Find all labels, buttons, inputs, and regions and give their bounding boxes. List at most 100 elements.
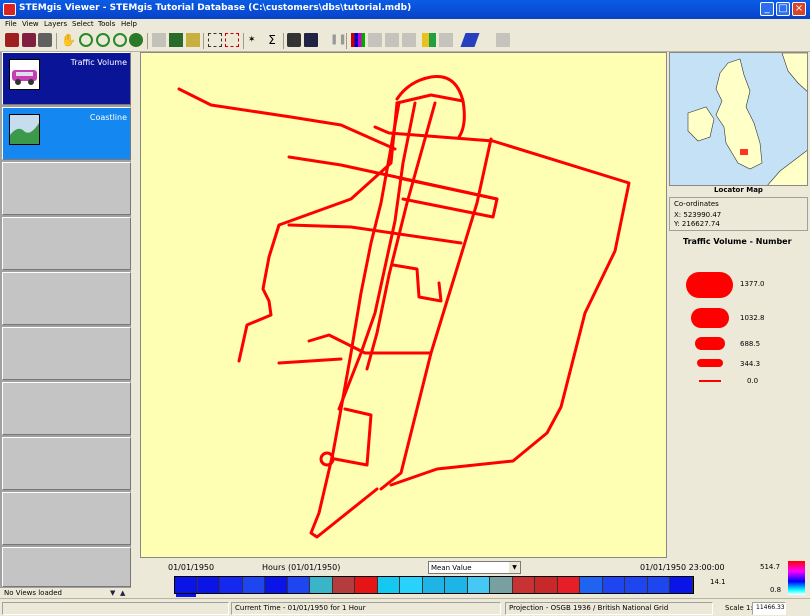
pan-hand-icon[interactable]: ✋ <box>61 33 76 47</box>
timeline-cell[interactable] <box>265 577 288 593</box>
menu-view[interactable]: View <box>22 20 39 28</box>
timeline-cell[interactable] <box>512 577 536 593</box>
print-icon[interactable] <box>38 33 52 47</box>
chart-icon[interactable] <box>351 33 365 47</box>
timeline-bar: 01/01/1950 Hours (01/01/1950) Mean Value… <box>140 558 810 598</box>
legend-symbol-5 <box>699 380 721 382</box>
timeline-cell[interactable] <box>287 577 311 593</box>
photo-icon[interactable] <box>368 33 382 47</box>
menu-layers[interactable]: Layers <box>44 20 67 28</box>
bookmark-icon[interactable] <box>186 33 200 47</box>
status-projection: Projection - OSGB 1936 / British Nationa… <box>505 602 713 615</box>
select-icon[interactable] <box>208 33 222 47</box>
menu-tools[interactable]: Tools <box>98 20 115 28</box>
clear-selection-icon[interactable] <box>225 33 239 47</box>
road-segment <box>379 137 493 491</box>
road-segment <box>395 93 465 105</box>
timeline-cells[interactable] <box>174 576 694 594</box>
maximize-button[interactable]: □ <box>776 2 790 16</box>
export-icon[interactable] <box>496 33 510 47</box>
timeline-cell[interactable] <box>602 577 626 593</box>
timeline-cell[interactable] <box>220 577 243 593</box>
scale-max-value: 514.7 <box>760 563 781 571</box>
timeline-cell[interactable] <box>400 577 423 593</box>
back-icon[interactable] <box>152 33 166 47</box>
layer-slot-empty[interactable] <box>2 437 131 490</box>
aggregation-value: Mean Value <box>431 564 472 572</box>
layer-slot-empty[interactable] <box>2 272 131 325</box>
layer-item-coastline[interactable]: Coastline <box>2 107 131 160</box>
play-icon[interactable] <box>304 33 318 47</box>
open-database-icon[interactable] <box>5 33 19 47</box>
timeline-cell[interactable] <box>422 577 446 593</box>
timeline-cell[interactable] <box>445 577 468 593</box>
pause-icon[interactable]: ❚❚ <box>330 33 347 47</box>
right-panel: Locator Map Co-ordinates X: 523990.47 Y:… <box>667 52 810 598</box>
timeline-start: 01/01/1950 <box>168 563 215 572</box>
full-extent-globe-icon[interactable] <box>129 33 143 47</box>
layer-slot-empty[interactable] <box>2 217 131 270</box>
layer-slot-empty[interactable] <box>2 382 131 435</box>
close-button[interactable]: × <box>792 2 806 16</box>
timeline-cell[interactable] <box>175 577 198 593</box>
timeline-cell[interactable] <box>355 577 378 593</box>
scroll-down-icon[interactable]: ▼ <box>110 589 115 597</box>
layer-slot-empty[interactable] <box>2 162 131 215</box>
layer-slot-empty[interactable] <box>2 492 131 545</box>
menu-select[interactable]: Select <box>72 20 94 28</box>
timeline-cell[interactable] <box>332 577 356 593</box>
timeline-cursor[interactable] <box>176 594 196 597</box>
zoom-window-icon[interactable] <box>113 33 127 47</box>
status-blank <box>2 602 229 615</box>
sum-icon[interactable]: Σ <box>265 33 279 47</box>
timeline-cell[interactable] <box>377 577 401 593</box>
tools-icon[interactable] <box>402 33 416 47</box>
menu-help[interactable]: Help <box>121 20 137 28</box>
layer-panel-status: No Views loaded ▼ ▲ <box>0 588 139 598</box>
timeline-cell[interactable] <box>535 577 558 593</box>
measure-icon[interactable] <box>385 33 399 47</box>
timeline-unit: Hours (01/01/1950) <box>262 563 341 572</box>
status-current-time: Current Time - 01/01/1950 for 1 Hour <box>231 602 501 615</box>
timeline-cell[interactable] <box>490 577 513 593</box>
road-network[interactable] <box>141 53 666 557</box>
minimize-button[interactable]: _ <box>760 2 774 16</box>
views-status: No Views loaded <box>4 589 62 597</box>
timeline-cell[interactable] <box>625 577 648 593</box>
status-bar: Current Time - 01/01/1950 for 1 Hour Pro… <box>0 598 810 616</box>
coordinates-label: Co-ordinates <box>674 200 719 208</box>
timeline-cell[interactable] <box>197 577 221 593</box>
app-icon <box>3 3 16 16</box>
locator-icon[interactable] <box>169 33 183 47</box>
query-icon[interactable]: ✶ <box>248 33 262 47</box>
layer-slot-empty[interactable] <box>2 547 131 587</box>
layer-slot-empty[interactable] <box>2 327 131 380</box>
timeline-cell[interactable] <box>467 577 491 593</box>
menu-bar: File View Layers Select Tools Help <box>0 19 810 30</box>
camera-icon[interactable] <box>287 33 301 47</box>
legend-symbol-2 <box>691 308 729 328</box>
chevron-down-icon[interactable]: ▼ <box>509 562 520 573</box>
scroll-up-icon[interactable]: ▲ <box>120 589 125 597</box>
layer-panel-scrollbar[interactable] <box>131 52 139 598</box>
scale-value: 11466.33 <box>752 602 786 615</box>
menu-file[interactable]: File <box>5 20 17 28</box>
timeline-cell[interactable] <box>647 577 671 593</box>
pen-icon[interactable] <box>460 33 480 47</box>
timeline-cell[interactable] <box>557 577 581 593</box>
scale-label: Scale 1: <box>725 604 753 612</box>
timeline-cell[interactable] <box>580 577 603 593</box>
timeline-cell[interactable] <box>670 577 693 593</box>
save-icon[interactable] <box>22 33 36 47</box>
zoom-out-icon[interactable] <box>96 33 110 47</box>
timeline-cell[interactable] <box>242 577 266 593</box>
zoom-in-icon[interactable] <box>79 33 93 47</box>
layer-item-traffic-volume[interactable]: Traffic Volume <box>2 52 131 105</box>
timeline-cell[interactable] <box>310 577 333 593</box>
legend-icon[interactable] <box>422 33 436 47</box>
aggregation-select[interactable]: Mean Value ▼ <box>428 561 521 574</box>
map-view[interactable] <box>140 52 667 558</box>
locator-map[interactable] <box>669 52 808 186</box>
layout-icon[interactable] <box>439 33 453 47</box>
road-segment <box>395 75 466 139</box>
